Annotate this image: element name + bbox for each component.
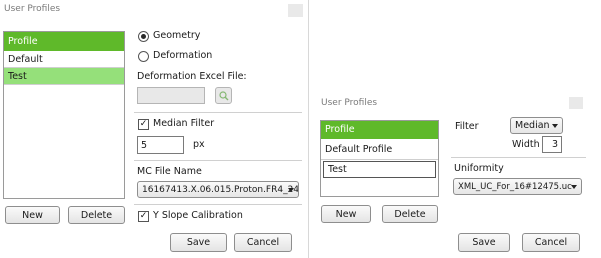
right-delete-button[interactable]: Delete: [382, 205, 438, 223]
deformation-label: Deformation: [153, 50, 213, 61]
list-item-label: Test: [8, 71, 27, 82]
width-input[interactable]: 3: [542, 136, 562, 153]
left-dialog-title: User Profiles: [4, 4, 61, 14]
chevron-down-icon: [288, 187, 294, 192]
deformation-excel-label: Deformation Excel File:: [137, 71, 247, 82]
check-mark-icon: ✓: [139, 211, 148, 221]
list-item-label: Default Profile: [325, 144, 393, 155]
deformation-excel-field[interactable]: [137, 87, 205, 104]
filter-label: Filter: [455, 121, 479, 132]
uniformity-label: Uniformity: [454, 163, 504, 174]
left-profile-item-default[interactable]: Default: [4, 51, 124, 68]
y-slope-checkbox[interactable]: ✓: [138, 211, 149, 222]
filter-select[interactable]: Median: [510, 117, 563, 134]
left-profile-list-header: Profile: [4, 32, 124, 51]
right-new-button[interactable]: New: [321, 205, 371, 223]
right-profile-list[interactable]: Profile Default Profile Test: [320, 120, 439, 197]
chevron-down-icon: [571, 184, 577, 189]
uniformity-selected: XML_UC_For_16#12475.uc: [458, 181, 572, 192]
right-close-button[interactable]: [569, 97, 583, 109]
mc-file-label: MC File Name: [137, 166, 202, 177]
right-separator-1: [451, 157, 586, 158]
right-cancel-button[interactable]: Cancel: [522, 233, 580, 252]
left-separator-1: [134, 112, 302, 113]
geometry-label: Geometry: [153, 30, 201, 41]
median-filter-checkbox[interactable]: ✓: [138, 119, 149, 130]
median-filter-label: Median Filter: [153, 118, 215, 129]
median-filter-input[interactable]: 5: [137, 136, 184, 154]
radio-selected-dot: [141, 34, 146, 39]
left-separator-2: [134, 160, 302, 161]
mc-file-selected: 16167413.X.06.015.Proton.FR4_24: [142, 184, 299, 195]
left-profile-list[interactable]: Profile Default Test: [3, 31, 125, 199]
y-slope-label: Y Slope Calibration: [153, 210, 243, 221]
right-profile-list-header-label: Profile: [325, 124, 355, 135]
left-separator-3: [134, 204, 302, 205]
median-filter-value: 5: [141, 139, 148, 151]
browse-excel-button[interactable]: [215, 87, 232, 104]
median-filter-unit: px: [193, 139, 205, 150]
right-save-button[interactable]: Save: [458, 233, 510, 252]
chevron-down-icon: [552, 123, 558, 128]
right-profile-list-header: Profile: [321, 121, 438, 139]
left-profile-item-test[interactable]: Test: [4, 68, 124, 85]
right-dialog-title: User Profiles: [321, 98, 378, 108]
left-save-button[interactable]: Save: [170, 233, 227, 252]
check-mark-icon: ✓: [139, 119, 148, 129]
left-delete-button[interactable]: Delete: [68, 206, 125, 224]
width-label: Width: [512, 139, 540, 150]
list-item-label: Test: [328, 164, 347, 175]
width-value: 3: [551, 139, 558, 150]
left-close-button[interactable]: [288, 4, 303, 17]
left-profile-list-header-label: Profile: [8, 36, 38, 47]
geometry-radio[interactable]: [138, 31, 149, 42]
folder-search-icon: [219, 91, 229, 101]
right-profile-item-test[interactable]: Test: [323, 161, 436, 178]
uniformity-select[interactable]: XML_UC_For_16#12475.uc: [453, 178, 582, 195]
mc-file-select[interactable]: 16167413.X.06.015.Proton.FR4_24: [137, 181, 299, 198]
dialog-divider: [308, 0, 309, 258]
left-new-button[interactable]: New: [5, 206, 60, 224]
filter-selected: Median: [515, 120, 550, 131]
left-cancel-button[interactable]: Cancel: [234, 233, 292, 252]
list-item-label: Default: [8, 54, 43, 65]
right-profile-item-default[interactable]: Default Profile: [321, 139, 438, 160]
deformation-radio[interactable]: [138, 51, 149, 62]
